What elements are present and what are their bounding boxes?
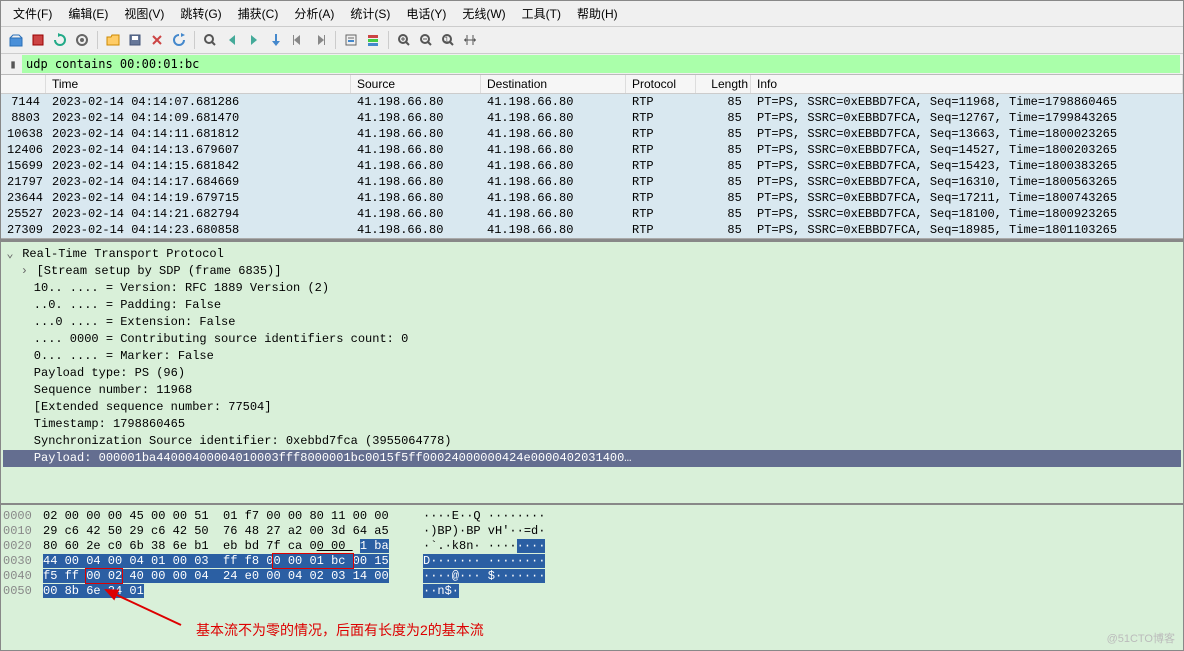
tree-stream[interactable]: › [Stream setup by SDP (frame 6835)] <box>3 263 1181 280</box>
toolbar-separator <box>388 31 389 49</box>
hex-row[interactable]: 0000 02 00 00 00 45 00 00 51 01 f7 00 00… <box>3 509 1181 524</box>
hex-dump-pane[interactable]: 0000 02 00 00 00 45 00 00 51 01 f7 00 00… <box>1 505 1183 650</box>
col-time[interactable]: Time <box>46 75 351 93</box>
detail-line[interactable]: Payload type: PS (96) <box>3 365 1181 382</box>
bookmark-icon[interactable]: ▮ <box>4 57 22 72</box>
packet-row[interactable]: 273092023-02-14 04:14:23.68085841.198.66… <box>1 222 1183 239</box>
detail-line[interactable]: 10.. .... = Version: RFC 1889 Version (2… <box>3 280 1181 297</box>
col-info[interactable]: Info <box>751 75 1183 93</box>
menu-statistics[interactable]: 统计(S) <box>342 3 398 24</box>
packet-list-pane: Time Source Destination Protocol Length … <box>1 75 1183 240</box>
expand-icon[interactable]: › <box>19 263 29 280</box>
svg-text:1: 1 <box>445 37 449 45</box>
menu-wireless[interactable]: 无线(W) <box>454 3 513 24</box>
packet-row[interactable]: 71442023-02-14 04:14:07.68128641.198.66.… <box>1 94 1183 110</box>
autoscroll-icon[interactable] <box>340 29 362 51</box>
close-icon[interactable] <box>146 29 168 51</box>
packet-details-pane[interactable]: ⌄ Real-Time Transport Protocol › [Stream… <box>1 240 1183 505</box>
col-no[interactable] <box>1 75 46 93</box>
hex-row[interactable]: 0010 29 c6 42 50 29 c6 42 50 76 48 27 a2… <box>3 524 1181 539</box>
detail-line[interactable]: Sequence number: 11968 <box>3 382 1181 399</box>
detail-line[interactable]: [Extended sequence number: 77504] <box>3 399 1181 416</box>
hex-row[interactable]: 0020 80 60 2e c0 6b 38 6e b1 eb bd 7f ca… <box>3 539 1181 554</box>
menu-edit[interactable]: 编辑(E) <box>60 3 116 24</box>
hex-row[interactable]: 0030 44 00 04 00 04 01 00 03 ff f8 00 00… <box>3 554 1181 569</box>
detail-line[interactable]: ...0 .... = Extension: False <box>3 314 1181 331</box>
menu-telephony[interactable]: 电话(Y) <box>398 3 454 24</box>
toolbar-separator <box>97 31 98 49</box>
zoom-in-icon[interactable] <box>393 29 415 51</box>
hex-row[interactable]: 0040 f5 ff 00 02 40 00 00 04 24 e0 00 04… <box>3 569 1181 584</box>
options-icon[interactable] <box>71 29 93 51</box>
tree-header[interactable]: ⌄ Real-Time Transport Protocol <box>3 246 1181 263</box>
resize-cols-icon[interactable] <box>459 29 481 51</box>
restart-capture-icon[interactable] <box>49 29 71 51</box>
display-filter-input[interactable] <box>22 55 1180 73</box>
payload-line[interactable]: Payload: 000001ba44000400004010003fff800… <box>3 450 1181 467</box>
last-icon[interactable] <box>309 29 331 51</box>
packet-row[interactable]: 217972023-02-14 04:14:17.68466941.198.66… <box>1 174 1183 190</box>
col-protocol[interactable]: Protocol <box>626 75 696 93</box>
toolbar: 1 <box>1 27 1183 54</box>
reload-icon[interactable] <box>168 29 190 51</box>
packet-row[interactable]: 156992023-02-14 04:14:15.68184241.198.66… <box>1 158 1183 174</box>
menu-analyze[interactable]: 分析(A) <box>286 3 342 24</box>
start-capture-icon[interactable] <box>5 29 27 51</box>
detail-line[interactable]: ..0. .... = Padding: False <box>3 297 1181 314</box>
next-icon[interactable] <box>243 29 265 51</box>
zoom-reset-icon[interactable]: 1 <box>437 29 459 51</box>
menu-file[interactable]: 文件(F) <box>5 3 60 24</box>
zoom-out-icon[interactable] <box>415 29 437 51</box>
packet-list-body[interactable]: 71442023-02-14 04:14:07.68128641.198.66.… <box>1 94 1183 239</box>
menu-go[interactable]: 跳转(G) <box>172 3 229 24</box>
packet-row[interactable]: 236442023-02-14 04:14:19.67971541.198.66… <box>1 190 1183 206</box>
packet-row[interactable]: 124062023-02-14 04:14:13.67960741.198.66… <box>1 142 1183 158</box>
goto-icon[interactable] <box>265 29 287 51</box>
menu-capture[interactable]: 捕获(C) <box>230 3 287 24</box>
packet-row[interactable]: 106382023-02-14 04:14:11.68181241.198.66… <box>1 126 1183 142</box>
detail-line[interactable]: 0... .... = Marker: False <box>3 348 1181 365</box>
hex-row[interactable]: 0050 00 8b 6e 24 01 ··n$· <box>3 584 1181 599</box>
find-icon[interactable] <box>199 29 221 51</box>
detail-line[interactable]: .... 0000 = Contributing source identifi… <box>3 331 1181 348</box>
packet-row[interactable]: 88032023-02-14 04:14:09.68147041.198.66.… <box>1 110 1183 126</box>
collapse-icon[interactable]: ⌄ <box>5 246 15 263</box>
menubar: 文件(F) 编辑(E) 视图(V) 跳转(G) 捕获(C) 分析(A) 统计(S… <box>1 1 1183 27</box>
menu-view[interactable]: 视图(V) <box>116 3 172 24</box>
col-destination[interactable]: Destination <box>481 75 626 93</box>
stop-capture-icon[interactable] <box>27 29 49 51</box>
detail-line[interactable]: Synchronization Source identifier: 0xebb… <box>3 433 1181 450</box>
save-icon[interactable] <box>124 29 146 51</box>
annotation-text: 基本流不为零的情况，后面有长度为2的基本流 <box>196 620 484 640</box>
col-length[interactable]: Length <box>696 75 751 93</box>
prev-icon[interactable] <box>221 29 243 51</box>
packet-row[interactable]: 255272023-02-14 04:14:21.68279441.198.66… <box>1 206 1183 222</box>
watermark: @51CTO博客 <box>1107 630 1175 646</box>
toolbar-separator <box>335 31 336 49</box>
col-source[interactable]: Source <box>351 75 481 93</box>
menu-tools[interactable]: 工具(T) <box>514 3 569 24</box>
colorize-icon[interactable] <box>362 29 384 51</box>
packet-list-header: Time Source Destination Protocol Length … <box>1 75 1183 94</box>
toolbar-separator <box>194 31 195 49</box>
open-icon[interactable] <box>102 29 124 51</box>
menu-help[interactable]: 帮助(H) <box>569 3 626 24</box>
filter-bar: ▮ <box>1 54 1183 75</box>
detail-line[interactable]: Timestamp: 1798860465 <box>3 416 1181 433</box>
first-icon[interactable] <box>287 29 309 51</box>
